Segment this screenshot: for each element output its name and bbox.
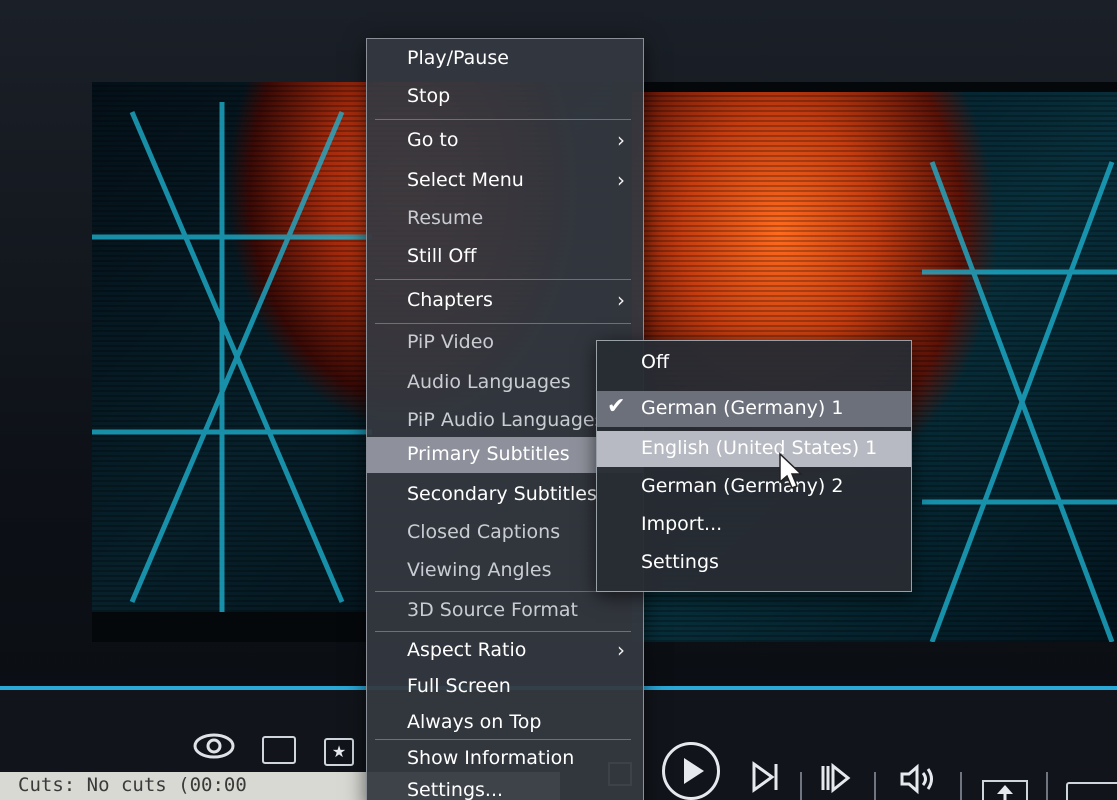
menu-item-settings[interactable]: Settings... <box>367 773 643 800</box>
checkmark-icon: ✔ <box>607 394 626 419</box>
play-icon[interactable] <box>662 742 720 800</box>
menu-separator <box>375 631 631 632</box>
menu-separator <box>375 279 631 280</box>
menu-separator <box>375 591 631 592</box>
toolbar-divider <box>874 772 876 800</box>
menu-item-go-to[interactable]: Go to › <box>367 123 643 159</box>
window-box-icon[interactable] <box>1066 782 1117 800</box>
subtitle-option-settings[interactable]: Settings <box>597 545 911 581</box>
next-track-icon[interactable] <box>748 760 782 794</box>
menu-item-resume[interactable]: Resume <box>367 201 643 237</box>
menu-item-still-off[interactable]: Still Off <box>367 239 643 275</box>
menu-item-select-menu[interactable]: Select Menu › <box>367 163 643 199</box>
subtitle-option-english-1[interactable]: English (United States) 1 <box>597 431 911 467</box>
menu-item-always-on-top[interactable]: Always on Top <box>367 705 643 741</box>
toolbar-divider <box>1046 772 1048 800</box>
chevron-right-icon: › <box>617 288 625 312</box>
volume-icon[interactable] <box>898 762 938 796</box>
menu-item-aspect-ratio[interactable]: Aspect Ratio › <box>367 633 643 669</box>
subtitle-option-german-2[interactable]: German (Germany) 2 <box>597 469 911 505</box>
subtitle-option-off[interactable]: Off <box>597 345 911 381</box>
media-player-window: ★ Cuts: No cuts (00:00 Play/Pause Stop G… <box>0 0 1117 800</box>
toolbar-divider <box>960 772 962 800</box>
status-text: Cuts: No cuts (00:00 <box>18 774 247 796</box>
eject-icon[interactable] <box>982 780 1028 800</box>
menu-item-full-screen[interactable]: Full Screen <box>367 669 643 705</box>
menu-item-3d-source-format[interactable]: 3D Source Format <box>367 593 643 629</box>
subtitle-option-import[interactable]: Import... <box>597 507 911 543</box>
menu-separator <box>375 739 631 740</box>
mouse-cursor-icon <box>778 452 804 492</box>
toolbar-divider <box>800 772 802 800</box>
chevron-right-icon: › <box>617 168 625 192</box>
chevron-right-icon: › <box>617 128 625 152</box>
menu-item-chapters[interactable]: Chapters › <box>367 283 643 319</box>
bookmark-star-icon[interactable]: ★ <box>324 738 354 766</box>
chevron-right-icon: › <box>617 638 625 662</box>
subtitles-submenu: Off ✔ German (Germany) 1 English (United… <box>596 340 912 592</box>
contact-card-icon[interactable] <box>262 736 296 764</box>
subtitle-option-german-1[interactable]: ✔ German (Germany) 1 <box>597 391 911 427</box>
menu-item-show-information[interactable]: Show Information <box>367 741 643 777</box>
menu-separator <box>375 323 631 324</box>
menu-item-stop[interactable]: Stop <box>367 79 643 115</box>
eye-icon[interactable] <box>192 728 236 764</box>
menu-separator <box>375 119 631 120</box>
menu-item-play-pause[interactable]: Play/Pause <box>367 41 643 77</box>
frame-step-icon[interactable] <box>818 762 852 794</box>
